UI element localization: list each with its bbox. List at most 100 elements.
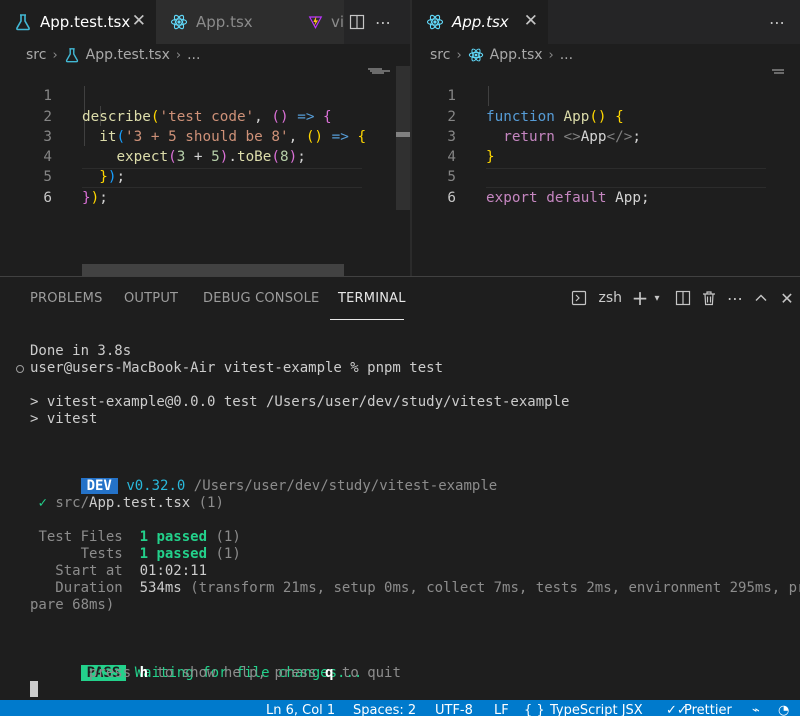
breadcrumb-file[interactable]: App.test.tsx — [86, 47, 170, 63]
terminal-cursor — [30, 681, 38, 697]
help-text: to show help, press — [148, 665, 326, 681]
breadcrumb-more[interactable]: ... — [560, 47, 573, 63]
tab-label: App.tsx — [452, 13, 509, 31]
tab-vite[interactable]: vi — [294, 0, 344, 44]
code-line: 6 — [0, 168, 52, 206]
more-actions-icon[interactable]: ⋯ — [764, 9, 790, 35]
stat-count: (1) — [215, 546, 241, 562]
stat-value: 534ms — [139, 580, 182, 596]
new-terminal-icon[interactable]: + — [630, 285, 650, 311]
test-beaker-icon — [16, 14, 30, 31]
terminal-line: pare 68ms) — [30, 597, 115, 613]
close-icon[interactable]: ✕ — [774, 285, 800, 311]
test-beaker-icon — [65, 48, 78, 63]
active-tab-indicator — [330, 319, 404, 320]
stat-value: 01:02:11 — [139, 563, 208, 579]
encoding[interactable]: UTF-8 — [435, 703, 473, 716]
code-line: 2 it('3 + 5 should be 8', () => { — [0, 86, 366, 145]
code-editor[interactable]: 1 function App() { 2 return <>App</>; 3 … — [412, 66, 800, 276]
tab-app-test-tsx[interactable]: App.test.tsx ✕ — [0, 0, 156, 44]
stat-label: Duration — [55, 580, 123, 596]
formatter[interactable]: Prettier — [684, 703, 732, 716]
help-text: to quit — [333, 665, 401, 681]
file-name: App.test.tsx — [89, 495, 191, 511]
code-editor[interactable]: 1 describe('test code', () => { 2 it('3 … — [0, 66, 410, 276]
shell-name[interactable]: zsh — [598, 290, 622, 306]
terminal-icon[interactable] — [566, 285, 592, 311]
horizontal-scrollbar[interactable] — [82, 264, 344, 276]
split-terminal-icon[interactable] — [670, 285, 696, 311]
chevron-right-icon: › — [175, 47, 182, 63]
editor-actions: ⋯ — [344, 0, 396, 44]
breadcrumb: src › App.tsx › ... — [412, 44, 800, 66]
indent-guide — [488, 86, 489, 106]
vertical-scrollbar[interactable] — [396, 66, 410, 276]
tab-debug-console[interactable]: DEBUG CONSOLE — [203, 291, 319, 306]
scrollbar-thumb[interactable] — [396, 66, 410, 210]
code-line: 3 } — [412, 107, 494, 165]
tab-output[interactable]: OUTPUT — [124, 291, 178, 306]
code-line: 3 expect(3 + 5).toBe(8); — [0, 107, 305, 165]
cursor-position[interactable]: Ln 6, Col 1 — [266, 703, 335, 716]
terminal-line: Duration 534ms (transform 21ms, setup 0m… — [30, 580, 800, 597]
stat-count: (1) — [215, 529, 241, 545]
scrollbar-marker — [396, 132, 410, 137]
terminal-line: DEV v0.32.0 /Users/user/dev/study/vitest… — [30, 461, 497, 494]
code-line: 4 }); — [0, 127, 125, 185]
terminal-line: ✓ src/App.test.tsx (1) — [30, 495, 223, 512]
tab-problems[interactable]: PROBLEMS — [30, 291, 103, 306]
tab-label: App.test.tsx — [40, 13, 131, 31]
tab-label: App.tsx — [196, 13, 253, 31]
close-icon[interactable]: ✕ — [132, 11, 146, 31]
tab-app-tsx[interactable]: App.tsx — [156, 0, 294, 44]
dev-badge: DEV — [80, 478, 118, 494]
project-path: /Users/user/dev/study/vitest-example — [193, 478, 498, 494]
trash-icon[interactable] — [696, 285, 722, 311]
chevron-up-icon[interactable] — [748, 285, 774, 311]
editor-group-left[interactable]: App.test.tsx ✕ App.tsx vi ⋯ src › App.te… — [0, 0, 410, 276]
react-icon — [426, 14, 444, 30]
terminal-line: Test Files 1 passed (1) — [30, 529, 241, 546]
breadcrumb-folder[interactable]: src — [430, 47, 450, 63]
status-bar: Ln 6, Col 1 Spaces: 2 UTF-8 LF { } TypeS… — [0, 700, 800, 716]
panel-actions: zsh + ▾ ⋯ ✕ — [566, 285, 800, 311]
vite-icon — [308, 16, 323, 30]
end-of-line[interactable]: LF — [494, 703, 509, 716]
breadcrumb-folder[interactable]: src — [26, 47, 46, 63]
line-number: 6 — [447, 189, 456, 206]
language-mode[interactable]: TypeScript JSX — [550, 703, 643, 716]
tab-bar: App.test.tsx ✕ App.tsx vi ⋯ — [0, 0, 410, 44]
close-icon[interactable]: ✕ — [524, 11, 538, 31]
breadcrumb-more[interactable]: ... — [187, 47, 200, 63]
code-line: 1 describe('test code', () => { — [0, 66, 331, 124]
panel-tab-bar: PROBLEMS OUTPUT DEBUG CONSOLE TERMINAL z… — [0, 277, 800, 321]
terminal-line: Tests 1 passed (1) — [30, 546, 241, 563]
chevron-down-icon[interactable]: ▾ — [650, 285, 664, 311]
terminal-line: PASS Waiting for file changes... — [30, 648, 362, 681]
current-line-highlight — [486, 168, 766, 188]
tab-app-tsx[interactable]: App.tsx ✕ — [412, 0, 548, 44]
editor-group-right[interactable]: App.tsx ✕ ⋯ src › App.tsx › ... 1 functi… — [412, 0, 800, 276]
tab-label: vi — [330, 13, 344, 31]
indentation[interactable]: Spaces: 2 — [353, 703, 416, 716]
broadcast-icon[interactable]: ⌁ — [752, 703, 760, 716]
terminal-line: > vitest — [30, 411, 98, 427]
split-editor-icon[interactable] — [344, 9, 370, 35]
command-status-circle-icon[interactable] — [16, 365, 24, 373]
more-actions-icon[interactable]: ⋯ — [722, 285, 748, 311]
code-line: 4 — [412, 127, 464, 165]
breadcrumb-file[interactable]: App.tsx — [490, 47, 543, 63]
more-actions-icon[interactable]: ⋯ — [370, 9, 396, 35]
chevron-right-icon: › — [456, 47, 462, 63]
terminal-line: press h to show help, press q to quit — [30, 665, 401, 682]
braces-icon: { } — [524, 703, 545, 716]
stat-value: 1 passed — [139, 546, 208, 562]
code-line: 1 function App() { — [412, 66, 623, 124]
code-line: 2 return <>App</>; — [412, 86, 641, 145]
bell-icon[interactable]: ◔ — [778, 703, 789, 716]
minimap[interactable] — [366, 66, 396, 276]
minimap[interactable] — [770, 66, 800, 276]
code-line: 5 export default App; — [412, 147, 649, 205]
chevron-right-icon: › — [52, 47, 58, 63]
tab-terminal[interactable]: TERMINAL — [338, 291, 406, 306]
